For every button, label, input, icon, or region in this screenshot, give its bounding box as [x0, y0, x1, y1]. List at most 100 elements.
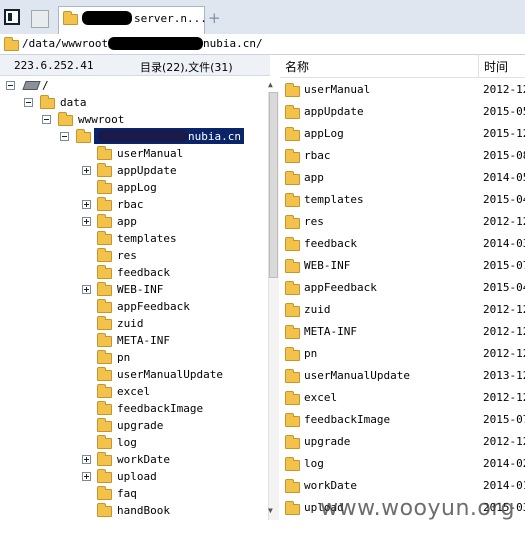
tree-node-label: rbac: [117, 198, 144, 211]
tree-node-label: upload: [117, 470, 157, 483]
tree-node[interactable]: faq: [78, 485, 258, 502]
list-item-name: excel: [304, 391, 338, 404]
tree-node[interactable]: handBook: [78, 502, 258, 519]
column-time-header[interactable]: 时间: [484, 58, 508, 75]
list-item[interactable]: res 2012-12: [280, 212, 525, 232]
tree-node[interactable]: userManual: [78, 145, 258, 162]
list-item[interactable]: META-INF 2012-12: [280, 322, 525, 342]
list-item[interactable]: appLog 2015-12: [280, 124, 525, 144]
collapse-icon[interactable]: [42, 115, 51, 124]
column-divider[interactable]: [478, 55, 479, 77]
collapse-icon[interactable]: [60, 132, 69, 141]
folder-icon: [285, 479, 300, 493]
expand-icon[interactable]: [82, 200, 91, 209]
list-item-name: appUpdate: [304, 105, 364, 118]
tree-node[interactable]: rbac: [78, 196, 258, 213]
tree-node-site[interactable]: nubia.cn: [58, 128, 258, 145]
list-item[interactable]: feedbackImage 2015-07: [280, 410, 525, 430]
dir-file-count: 目录(22),文件(31): [140, 61, 233, 74]
list-item[interactable]: appUpdate 2015-05: [280, 102, 525, 122]
list-item[interactable]: log 2014-02: [280, 454, 525, 474]
tree-node-label: workDate: [117, 453, 170, 466]
folder-icon: [97, 486, 112, 500]
tree-node-data[interactable]: data: [22, 94, 262, 111]
tree-node[interactable]: res: [78, 247, 258, 264]
tree-node-label: feedback: [117, 266, 170, 279]
tree-node[interactable]: templates: [78, 230, 258, 247]
tree-node[interactable]: META-INF: [78, 332, 258, 349]
tree-node[interactable]: appLog: [78, 179, 258, 196]
list-item[interactable]: app 2014-05: [280, 168, 525, 188]
list-item-name: upgrade: [304, 435, 351, 448]
list-item[interactable]: excel 2012-12: [280, 388, 525, 408]
folder-icon: [285, 303, 300, 317]
panel-toggle-icon[interactable]: [4, 9, 20, 25]
folder-icon: [97, 503, 112, 517]
tree-node[interactable]: app: [78, 213, 258, 230]
tree-node[interactable]: userManualUpdate: [78, 366, 258, 383]
folder-icon: [97, 384, 112, 398]
tree-node[interactable]: zuid: [78, 315, 258, 332]
tab-title: server.n...: [134, 12, 207, 25]
tree-node[interactable]: appFeedback: [78, 298, 258, 315]
list-item[interactable]: appFeedback 2015-04: [280, 278, 525, 298]
tree-node[interactable]: feedback: [78, 264, 258, 281]
expand-icon[interactable]: [82, 285, 91, 294]
folder-icon: [285, 215, 300, 229]
list-item[interactable]: userManualUpdate 2013-12: [280, 366, 525, 386]
collapse-icon[interactable]: [24, 98, 33, 107]
list-item[interactable]: rbac 2015-08: [280, 146, 525, 166]
column-name-header[interactable]: 名称: [285, 58, 309, 75]
list-item[interactable]: WEB-INF 2015-07: [280, 256, 525, 276]
folder-icon: [285, 193, 300, 207]
scroll-down-icon[interactable]: ▼: [268, 506, 273, 515]
list-item[interactable]: templates 2015-04: [280, 190, 525, 210]
tree-node[interactable]: workDate: [78, 451, 258, 468]
folder-icon: [285, 369, 300, 383]
list-item[interactable]: upgrade 2012-12: [280, 432, 525, 452]
tree-scrollbar-thumb[interactable]: [269, 92, 278, 278]
list-item[interactable]: userManual 2012-12: [280, 80, 525, 100]
list-item-time: 2012-12: [483, 435, 525, 448]
list-item-time: 2012-12: [483, 325, 525, 338]
tree-node-wwwroot[interactable]: wwwroot: [40, 111, 260, 128]
folder-icon: [285, 501, 300, 515]
tree-node-label: META-INF: [117, 334, 170, 347]
expand-icon[interactable]: [82, 217, 91, 226]
collapse-icon[interactable]: [6, 81, 15, 90]
tree-node-label: data: [60, 96, 87, 109]
tree-node[interactable]: feedbackImage: [78, 400, 258, 417]
folder-icon: [285, 237, 300, 251]
list-item[interactable]: workDate 2014-01: [280, 476, 525, 496]
folder-icon: [285, 325, 300, 339]
tree-node[interactable]: upgrade: [78, 417, 258, 434]
expand-icon[interactable]: [82, 166, 91, 175]
list-item-time: 2014-02: [483, 457, 525, 470]
tree-node[interactable]: log: [78, 434, 258, 451]
list-item-time: 2015-04: [483, 193, 525, 206]
folder-icon: [97, 197, 112, 211]
list-item-name: appLog: [304, 127, 344, 140]
list-item-name: feedbackImage: [304, 413, 391, 426]
tree-node-root[interactable]: /: [4, 77, 264, 94]
tree-node[interactable]: pn: [78, 349, 258, 366]
expand-icon[interactable]: [82, 455, 91, 464]
list-item[interactable]: pn 2012-12: [280, 344, 525, 364]
scroll-up-icon[interactable]: ▲: [268, 80, 273, 89]
tree-node[interactable]: excel: [78, 383, 258, 400]
list-item-name: zuid: [304, 303, 331, 316]
new-tab-button[interactable]: +: [208, 9, 221, 27]
list-item-time: 2013-12: [483, 369, 525, 382]
list-item[interactable]: feedback 2014-03: [280, 234, 525, 254]
expand-icon[interactable]: [82, 472, 91, 481]
inactive-tab-icon[interactable]: [31, 10, 49, 28]
tree-node-label: nubia.cn: [188, 130, 241, 143]
tree-node[interactable]: appUpdate: [78, 162, 258, 179]
tree-node[interactable]: WEB-INF: [78, 281, 258, 298]
tree-node[interactable]: upload: [78, 468, 258, 485]
list-item-name: userManualUpdate: [304, 369, 410, 382]
folder-icon: [97, 333, 112, 347]
server-ip: 223.6.252.41: [14, 59, 94, 72]
path-text[interactable]: /data/wwwroot/: [22, 37, 115, 50]
list-item[interactable]: zuid 2012-12: [280, 300, 525, 320]
